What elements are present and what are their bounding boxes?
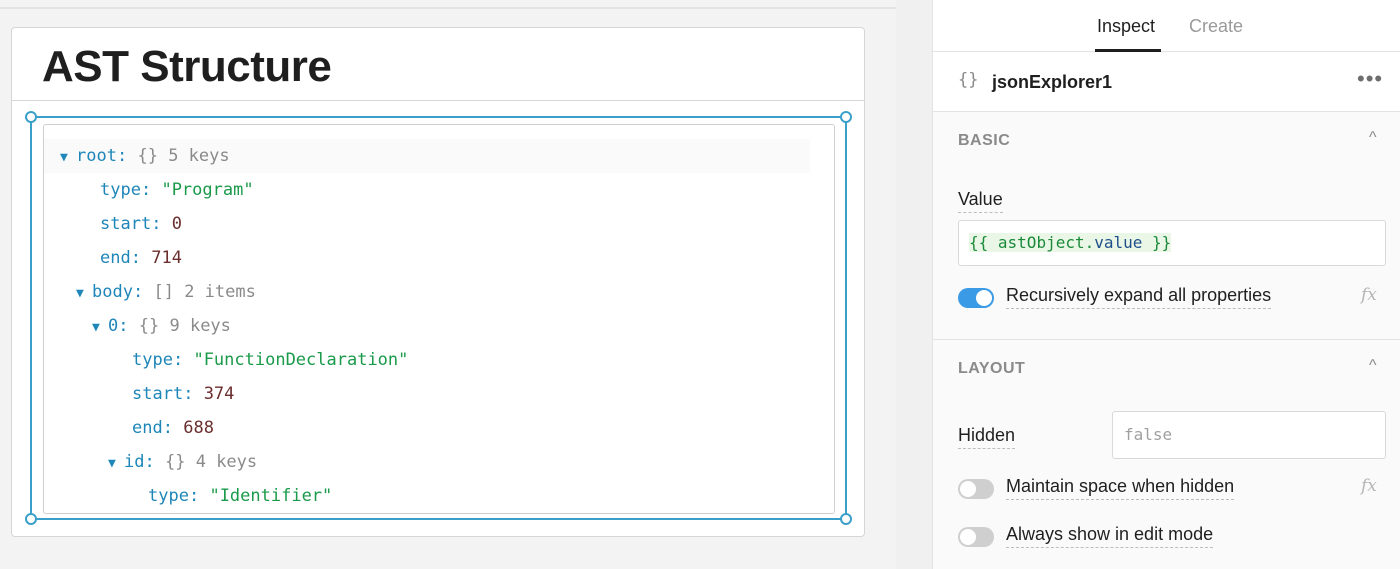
value-label: Value [958, 189, 1003, 213]
json-key: end [132, 418, 163, 438]
json-colon: : [144, 452, 155, 472]
json-colon: : [132, 282, 144, 302]
json-row: type: "FunctionDeclaration" [132, 343, 408, 377]
resize-handle-bottom-right[interactable] [840, 513, 852, 525]
json-row[interactable]: ▼ root: {} 5 keys [60, 139, 230, 173]
template-property: value [1094, 233, 1143, 252]
json-count: 4 keys [195, 452, 258, 472]
json-value: 374 [203, 384, 235, 404]
json-value: 714 [151, 248, 182, 268]
basic-section-header[interactable]: BASIC [958, 132, 1010, 150]
json-value: "FunctionDeclaration" [193, 350, 409, 370]
json-key: root [76, 146, 117, 166]
fx-icon[interactable]: fx [1361, 476, 1377, 496]
json-key: type [148, 486, 189, 506]
hidden-label: Hidden [958, 425, 1016, 449]
inspector-panel: Inspect Create {} jsonExplorer1 ••• BASI… [932, 0, 1400, 569]
json-count: 5 keys [168, 146, 230, 166]
layout-section: LAYOUT ^ Hidden false Maintain space whe… [933, 340, 1400, 569]
json-colon: : [188, 486, 200, 506]
json-row[interactable]: ▼ body: [] 2 items [76, 275, 256, 309]
json-row[interactable]: ▼ 0: {} 9 keys [92, 309, 231, 343]
json-count: 9 keys [169, 316, 231, 336]
json-colon: : [183, 384, 194, 404]
json-colon: : [118, 316, 129, 336]
json-bracket: {} [164, 452, 186, 472]
json-row[interactable]: ▼ id: {} 4 keys [108, 445, 257, 479]
value-code: {{ astObject.value }} [969, 233, 1172, 252]
more-options-icon[interactable]: ••• [1357, 66, 1383, 92]
json-value: "Identifier" [209, 486, 333, 506]
chevron-up-icon[interactable]: ^ [1369, 129, 1377, 147]
json-colon: : [140, 180, 152, 200]
selected-component-frame[interactable]: ▼ root: {} 5 keys type: "Program" start: 0e… [25, 111, 852, 525]
json-key: body [92, 282, 133, 302]
caret-down-icon[interactable]: ▼ [60, 141, 76, 175]
fx-icon[interactable]: fx [1361, 285, 1377, 305]
editor-canvas: AST Structure ▼ root: {} 5 keys type: "Pro… [0, 0, 896, 569]
component-header: {} jsonExplorer1 ••• [933, 52, 1400, 112]
json-key: 0 [108, 316, 119, 336]
title-divider [12, 100, 864, 101]
value-input[interactable]: {{ astObject.value }} [958, 220, 1386, 266]
template-close: }} [1142, 233, 1172, 252]
hidden-input[interactable]: false [1112, 411, 1386, 459]
json-key: id [124, 452, 145, 472]
json-bracket: [] [153, 282, 174, 302]
json-row: start: 0 [100, 207, 182, 241]
resize-handle-bottom-left[interactable] [25, 513, 37, 525]
maintain-space-toggle[interactable] [958, 479, 994, 499]
caret-down-icon[interactable]: ▼ [108, 447, 124, 481]
json-key: type [100, 180, 141, 200]
layout-section-header[interactable]: LAYOUT [958, 360, 1025, 378]
json-row: end: 714 [100, 241, 182, 275]
inspector-tabs: Inspect Create [933, 0, 1400, 52]
always-show-label[interactable]: Always show in edit mode [1006, 524, 1214, 548]
recursive-expand-toggle[interactable] [958, 288, 994, 308]
json-colon: : [116, 146, 128, 166]
basic-section: BASIC ^ Value {{ astObject.value }} Recu… [933, 112, 1400, 340]
tab-inspect[interactable]: Inspect [1097, 16, 1155, 37]
json-bracket: {} [137, 146, 158, 166]
toggle-knob [960, 481, 976, 497]
json-colon: : [130, 248, 141, 268]
json-row: type: "Program" [100, 173, 254, 207]
always-show-toggle[interactable] [958, 527, 994, 547]
json-bracket: {} [138, 316, 160, 336]
toggle-knob [960, 529, 976, 545]
chevron-up-icon[interactable]: ^ [1369, 357, 1377, 375]
json-colon: : [162, 418, 173, 438]
json-row: start: 374 [132, 377, 234, 411]
component-name[interactable]: jsonExplorer1 [992, 72, 1112, 93]
caret-down-icon[interactable]: ▼ [76, 277, 92, 311]
json-key: type [132, 350, 173, 370]
json-colon: : [172, 350, 184, 370]
resize-handle-top-right[interactable] [840, 111, 852, 123]
template-open: {{ [969, 233, 998, 252]
tab-create[interactable]: Create [1189, 16, 1243, 37]
json-value: 688 [183, 418, 214, 438]
recursive-expand-label[interactable]: Recursively expand all properties [1006, 285, 1272, 309]
json-row: type: "Identifier" [148, 479, 332, 513]
json-key: end [100, 248, 131, 268]
page-title: AST Structure [42, 42, 332, 91]
toggle-knob [976, 290, 992, 306]
maintain-space-label[interactable]: Maintain space when hidden [1006, 476, 1235, 500]
caret-down-icon[interactable]: ▼ [92, 311, 108, 345]
app-container: AST Structure ▼ root: {} 5 keys type: "Pro… [11, 27, 865, 537]
canvas-top-border [0, 7, 896, 9]
braces-icon: {} [958, 70, 979, 90]
json-colon: : [151, 214, 162, 234]
json-row: end: 688 [132, 411, 214, 445]
json-key: start [132, 384, 184, 404]
template-object: astObject. [997, 233, 1095, 252]
json-explorer[interactable]: ▼ root: {} 5 keys type: "Program" start: 0e… [43, 124, 835, 514]
json-value: "Program" [161, 180, 254, 200]
json-value: 0 [171, 214, 182, 234]
json-count: 2 items [184, 282, 256, 302]
resize-handle-top-left[interactable] [25, 111, 37, 123]
json-key: start [100, 214, 152, 234]
